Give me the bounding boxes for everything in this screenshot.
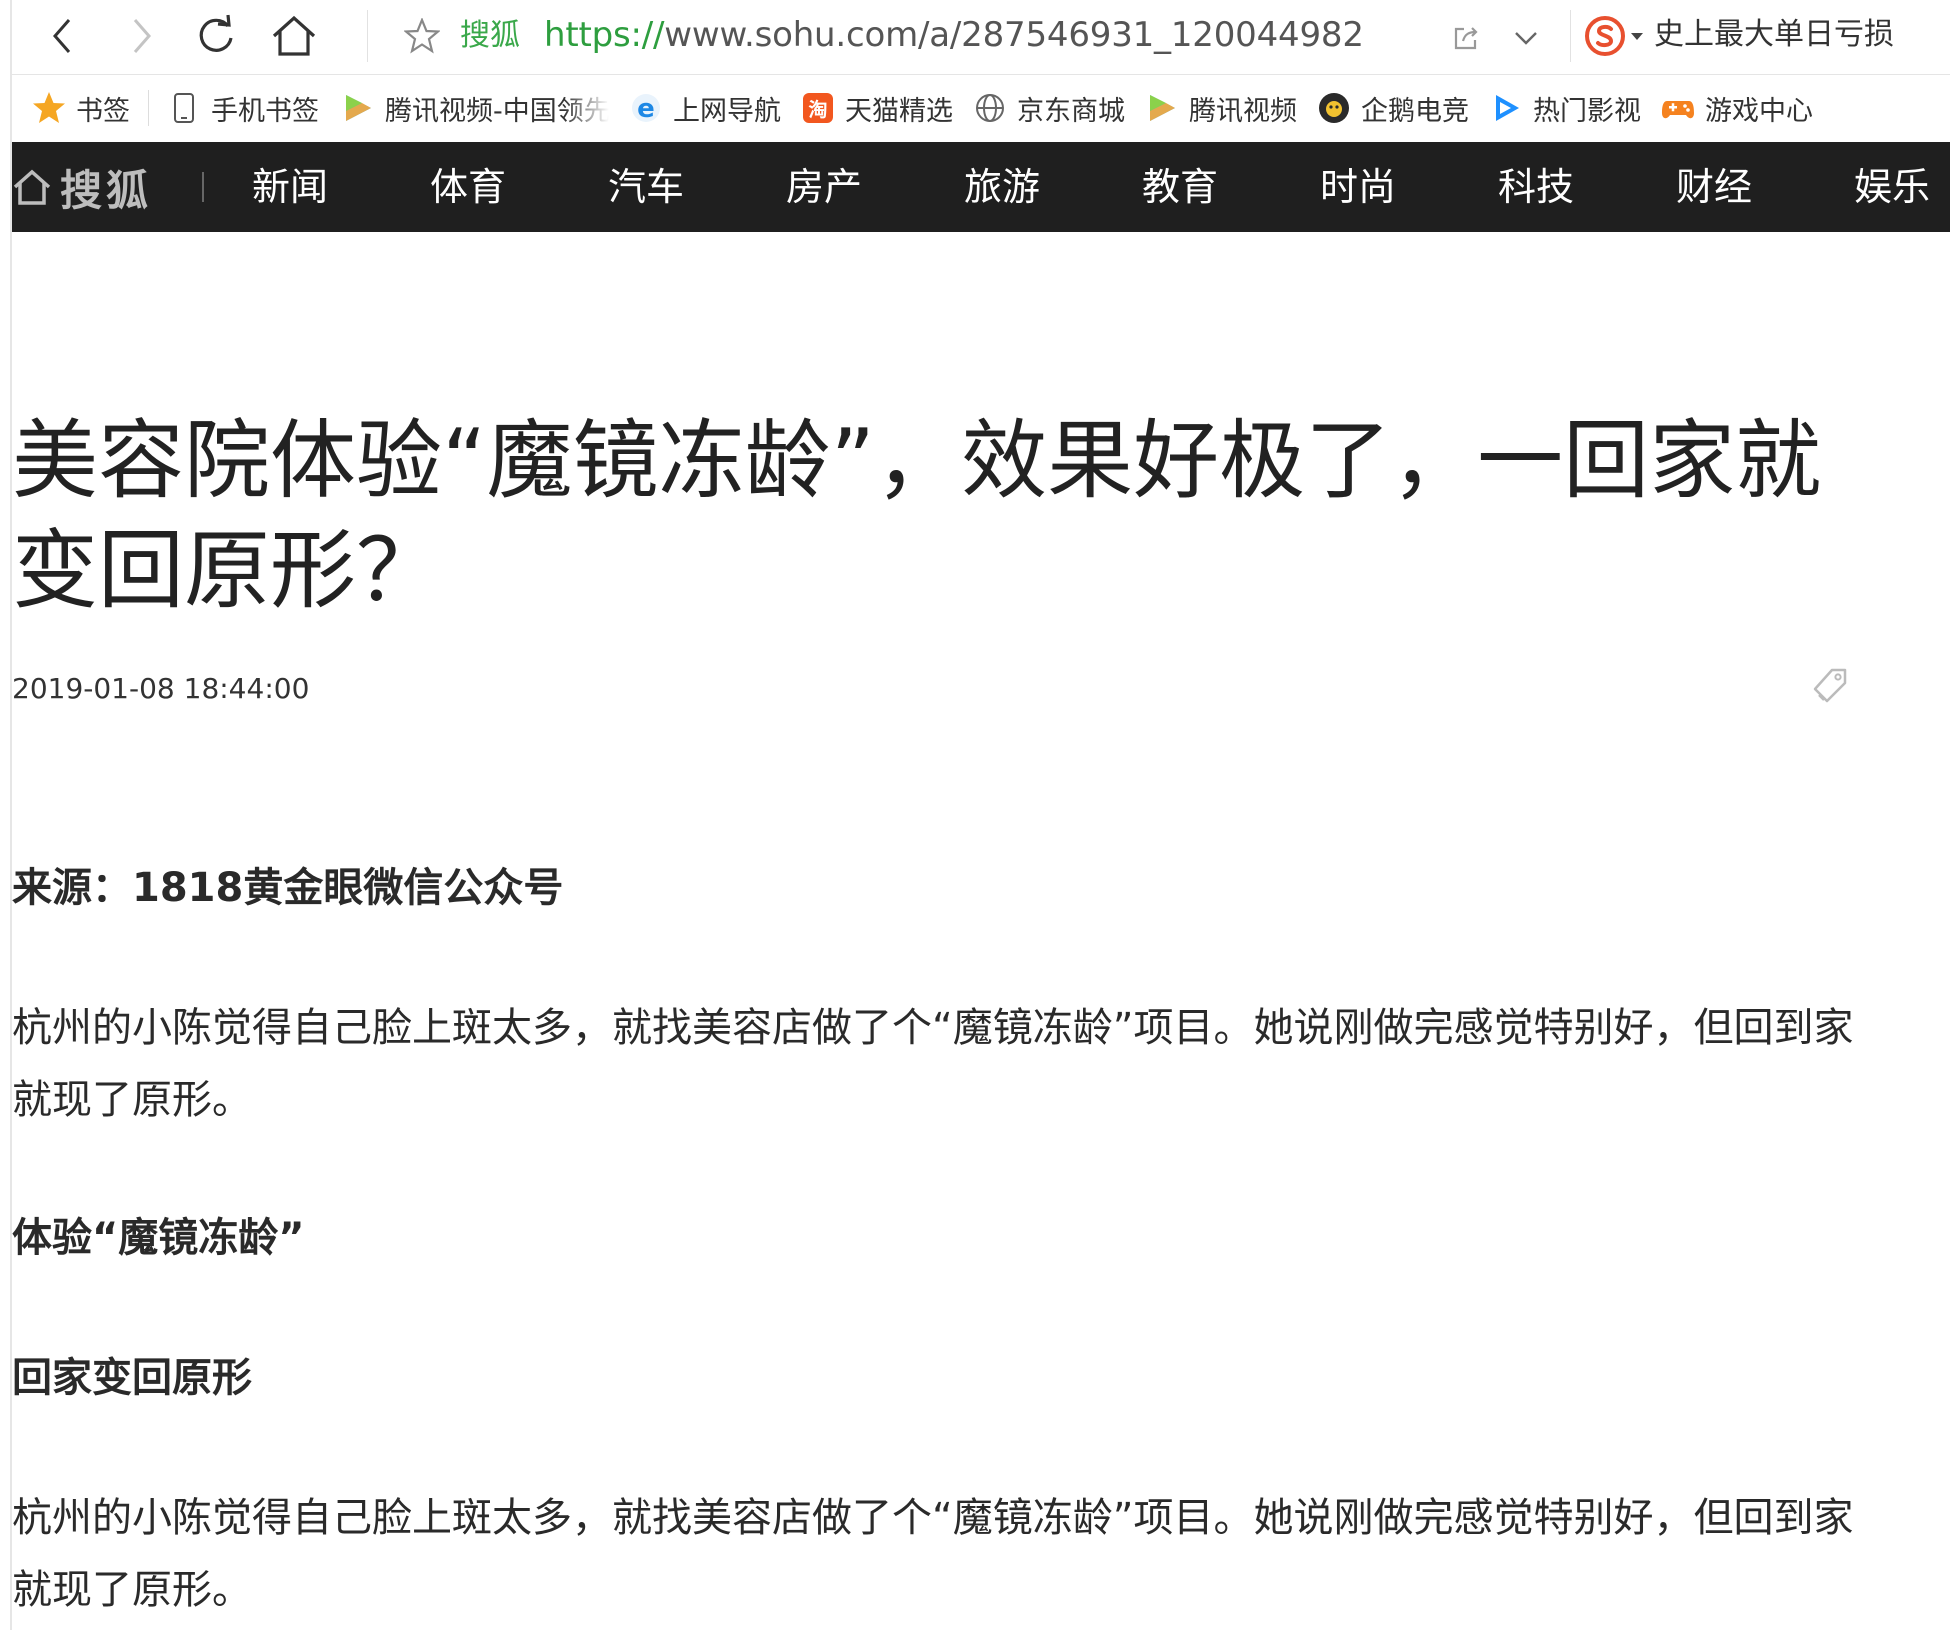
nav-tech[interactable]: 科技 — [1498, 164, 1574, 210]
bookmark-mobile[interactable]: 手机书签 — [159, 83, 327, 133]
chevron-left-icon — [53, 19, 71, 53]
bookmark-label: 企鹅电竞 — [1361, 95, 1469, 127]
nav-entertainment[interactable]: 娱乐 — [1854, 164, 1930, 210]
bookmark-label: 书签 — [76, 95, 130, 127]
nav-auto[interactable]: 汽车 — [608, 164, 684, 210]
svg-text:e: e — [637, 94, 655, 124]
logo-separator — [202, 172, 204, 202]
article-source: 来源：1818黄金眼微信公众号 — [12, 865, 564, 911]
article-date: 2019-01-08 18:44:00 — [12, 672, 310, 705]
bookmark-game-center[interactable]: 游戏中心 — [1653, 83, 1821, 133]
chevron-right-icon — [133, 19, 151, 53]
hot-search-text[interactable]: 史上最大单日亏损 — [1654, 17, 1894, 53]
url-protocol: https:// — [544, 15, 665, 55]
play-icon — [1489, 91, 1523, 125]
logo-text: 搜狐 — [60, 165, 153, 215]
nav-education[interactable]: 教育 — [1142, 164, 1218, 210]
bookmark-hot-movies[interactable]: 热门影视 — [1481, 83, 1649, 133]
caret-down-icon — [1631, 33, 1643, 40]
bookmark-navigation[interactable]: e 上网导航 — [621, 83, 789, 133]
article-title: 美容院体验“魔镜冻龄”，效果好极了，一回家就变回原形？ — [12, 411, 1822, 621]
address-dropdown-button[interactable] — [1506, 18, 1546, 58]
globe-icon — [973, 91, 1007, 125]
home-icon — [272, 15, 316, 56]
share-icon — [1454, 27, 1478, 50]
bookmark-label: 上网导航 — [673, 95, 781, 127]
site-logo[interactable]: 搜狐 — [12, 160, 152, 215]
ie-icon: e — [629, 91, 663, 125]
share-button[interactable] — [1446, 18, 1486, 58]
nav-finance[interactable]: 财经 — [1676, 164, 1752, 210]
home-icon — [13, 169, 51, 205]
penguin-esports-icon — [1317, 91, 1351, 125]
url-field[interactable]: https://www.sohu.com/a/287546931_1200449… — [544, 15, 1364, 55]
bookmark-tencent-video-portal[interactable]: 腾讯视频-中国领先 — [333, 83, 617, 133]
nav-travel[interactable]: 旅游 — [964, 164, 1040, 210]
bookmark-label: 天猫精选 — [845, 95, 953, 127]
bookmark-label: 腾讯视频-中国领先 — [385, 95, 609, 127]
forward-button[interactable] — [116, 10, 168, 62]
svg-text:淘: 淘 — [808, 98, 827, 121]
bookmarks-bar: 书签 手机书签 腾讯视频-中国领先 e 上网导航 淘 天猫精选 京东商城 腾讯视… — [12, 75, 1950, 141]
gamepad-icon — [1661, 91, 1695, 125]
tencent-video-icon — [1145, 91, 1179, 125]
taobao-icon: 淘 — [801, 91, 835, 125]
bookmark-tmall[interactable]: 淘 天猫精选 — [793, 83, 961, 133]
article-subheading: 体验“魔镜冻龄” — [12, 1215, 305, 1261]
nav-news[interactable]: 新闻 — [252, 164, 328, 210]
sogou-logo-icon — [1585, 16, 1625, 56]
bookmark-separator — [148, 90, 149, 126]
article-subheading: 回家变回原形 — [12, 1355, 252, 1401]
search-engine-selector[interactable] — [1584, 14, 1648, 58]
back-button[interactable] — [36, 10, 88, 62]
address-bar: 搜狐 https://www.sohu.com/a/287546931_1200… — [12, 0, 1950, 75]
star-icon — [32, 91, 66, 125]
tencent-video-icon — [341, 91, 375, 125]
bookmark-tencent-video[interactable]: 腾讯视频 — [1137, 83, 1305, 133]
bookmark-label: 热门影视 — [1533, 95, 1641, 127]
bookmark-label: 腾讯视频 — [1189, 95, 1297, 127]
bookmark-jd[interactable]: 京东商城 — [965, 83, 1133, 133]
phone-icon — [167, 91, 201, 125]
bookmark-label: 京东商城 — [1017, 95, 1125, 127]
bookmark-penguin-esports[interactable]: 企鹅电竞 — [1309, 83, 1477, 133]
nav-fashion[interactable]: 时尚 — [1320, 164, 1396, 210]
bookmark-label: 游戏中心 — [1705, 95, 1813, 127]
favorite-button[interactable] — [400, 14, 444, 58]
site-nav-bar: 搜狐 新闻 体育 汽车 房产 旅游 教育 时尚 科技 财经 娱乐 — [12, 142, 1950, 232]
reload-icon — [199, 14, 233, 52]
chevron-down-icon — [1515, 32, 1537, 45]
nav-sports[interactable]: 体育 — [430, 164, 506, 210]
home-button[interactable] — [268, 10, 320, 62]
url-path: www.sohu.com/a/287546931_120044982 — [664, 15, 1364, 55]
reload-button[interactable] — [190, 10, 242, 62]
article-paragraph: 杭州的小陈觉得自己脸上斑太多，就找美容店做了个“魔镜冻龄”项目。她说刚做完感觉特… — [12, 1495, 1854, 1613]
address-divider — [367, 10, 368, 62]
tag-button[interactable] — [1808, 664, 1852, 708]
site-name: 搜狐 — [460, 18, 520, 53]
bookmark-label: 手机书签 — [211, 95, 319, 127]
nav-realestate[interactable]: 房产 — [786, 164, 862, 210]
article-paragraph: 杭州的小陈觉得自己脸上斑太多，就找美容店做了个“魔镜冻龄”项目。她说刚做完感觉特… — [12, 1005, 1854, 1123]
star-outline-icon — [404, 18, 440, 54]
bookmark-folder[interactable]: 书签 — [12, 83, 138, 133]
tag-icon — [1813, 668, 1847, 703]
search-divider — [1570, 10, 1571, 62]
